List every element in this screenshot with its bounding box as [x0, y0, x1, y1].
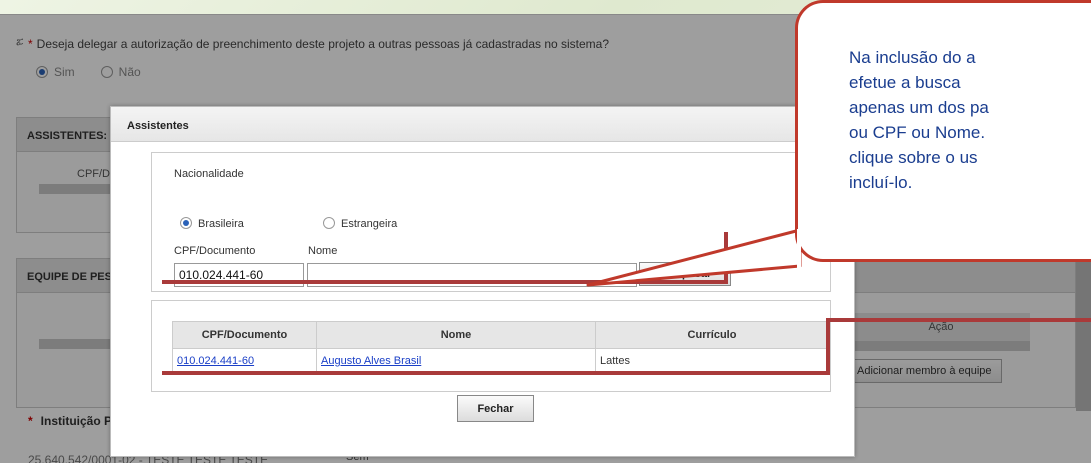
callout-line: clique sobre o us	[849, 148, 978, 167]
radio-circle[interactable]	[180, 217, 192, 229]
callout-line: apenas um dos pa	[849, 98, 989, 117]
col-nome: Nome	[316, 321, 596, 349]
modal-title: Assistentes	[111, 107, 854, 142]
radio-estrangeira[interactable]: Estrangeira	[323, 217, 397, 230]
highlight-vertical-results	[826, 320, 830, 375]
nacionalidade-label: Nacionalidade	[174, 168, 244, 180]
col-curriculo: Currículo	[595, 321, 829, 349]
callout-box: Na inclusão do a efetue a busca apenas u…	[795, 0, 1091, 262]
callout-line: ou CPF ou Nome.	[849, 123, 986, 142]
radio-brasileira-label: Brasileira	[198, 218, 244, 230]
cpf-label: CPF/Documento	[174, 245, 256, 257]
nome-link[interactable]: Augusto Alves Brasil	[321, 355, 421, 367]
table-row[interactable]: 010.024.441-60 Augusto Alves Brasil Latt…	[172, 348, 829, 374]
radio-circle[interactable]	[323, 217, 335, 229]
cpf-link[interactable]: 010.024.441-60	[177, 355, 254, 367]
highlight-underline-results	[162, 371, 830, 375]
callout-line: Na inclusão do a	[849, 48, 976, 67]
callout-line: efetue a busca	[849, 73, 961, 92]
nome-label: Nome	[308, 245, 338, 257]
callout-line: incluí-lo.	[849, 173, 913, 192]
cell-nome[interactable]: Augusto Alves Brasil	[316, 348, 596, 374]
results-panel: CPF/Documento Nome Currículo 010.024.441…	[151, 300, 831, 392]
highlight-connector-results	[826, 318, 1091, 322]
results-table: CPF/Documento Nome Currículo 010.024.441…	[172, 321, 829, 374]
callout-text: Na inclusão do a efetue a busca apenas u…	[849, 45, 1091, 195]
radio-estrangeira-label: Estrangeira	[341, 218, 398, 230]
table-header-row: CPF/Documento Nome Currículo	[172, 321, 829, 349]
tail-join	[797, 229, 801, 268]
cell-curriculo: Lattes	[595, 348, 829, 374]
radio-brasileira[interactable]: Brasileira	[180, 217, 244, 230]
close-button[interactable]: Fechar	[457, 395, 534, 422]
callout-tail	[586, 228, 802, 287]
cell-cpf[interactable]: 010.024.441-60	[172, 348, 317, 374]
col-cpf: CPF/Documento	[172, 321, 317, 349]
